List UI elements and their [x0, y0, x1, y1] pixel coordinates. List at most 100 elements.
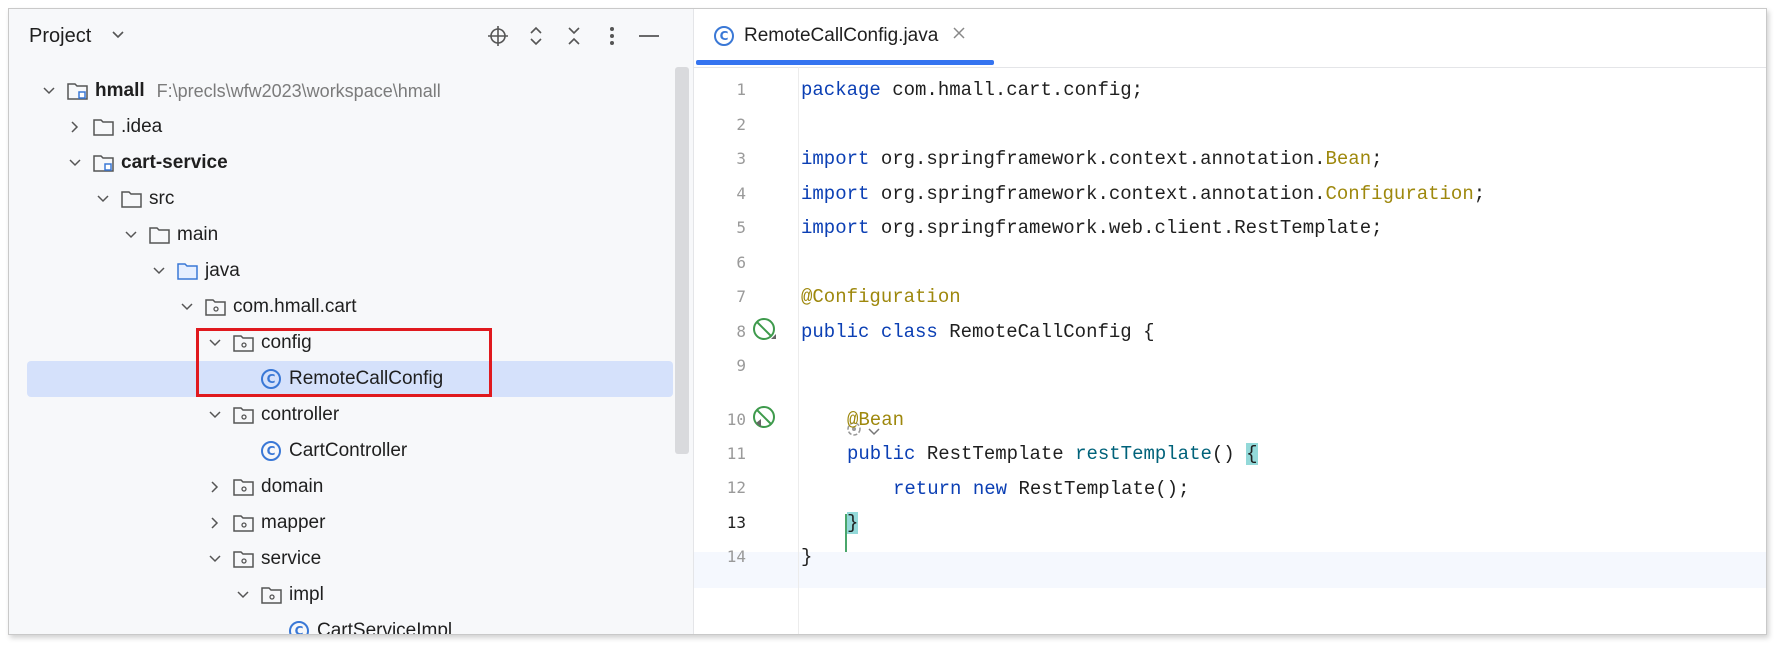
tree-item-idea[interactable]: .idea	[27, 109, 673, 145]
line-number: 1	[736, 80, 746, 99]
tree-item-java[interactable]: java	[27, 253, 673, 289]
tree-item-label: RemoteCallConfig	[289, 368, 444, 389]
package-icon	[233, 405, 255, 425]
more-options-icon[interactable]	[599, 23, 625, 49]
tree-item-main[interactable]: main	[27, 217, 673, 253]
tree-item-label: service	[261, 548, 322, 569]
tree-item-label: mapper	[261, 512, 326, 533]
tree-item-controller[interactable]: controller	[27, 397, 673, 433]
ide-window: Project hmall F:\precls\wfw2023\workspac…	[8, 8, 1767, 635]
spring-bean-gutter-icon[interactable]	[752, 317, 778, 343]
code-line-13: }	[847, 512, 859, 534]
project-title[interactable]: Project	[29, 25, 91, 48]
code-line-5: import org.springframework.web.client.Re…	[801, 217, 1383, 239]
line-number: 7	[736, 287, 746, 306]
spring-bean-gutter-icon[interactable]	[752, 405, 778, 431]
tab-remote-call-config[interactable]: C RemoteCallConfig.java	[694, 9, 994, 67]
tree-item-label: controller	[261, 404, 340, 425]
gutter-divider	[798, 67, 799, 634]
chevron-down-icon[interactable]	[205, 405, 225, 425]
project-header: Project	[9, 9, 693, 65]
chevron-down-icon[interactable]	[233, 585, 253, 605]
class-icon: C	[261, 441, 283, 461]
package-icon	[233, 333, 255, 353]
chevron-down-icon[interactable]	[205, 549, 225, 569]
line-number: 6	[736, 253, 746, 272]
class-icon: C	[714, 26, 734, 46]
editor-tabbar: C RemoteCallConfig.java	[694, 9, 1766, 68]
tree-item-config[interactable]: config	[27, 325, 673, 361]
tree-item-cart-controller[interactable]: C CartController	[27, 433, 673, 469]
folder-icon	[121, 189, 143, 209]
chevron-right-icon[interactable]	[65, 117, 85, 137]
tree-item-label: .idea	[121, 116, 163, 137]
chevron-down-icon[interactable]	[149, 261, 169, 281]
tree-item-com-hmall-cart[interactable]: com.hmall.cart	[27, 289, 673, 325]
collapse-all-icon[interactable]	[561, 23, 587, 49]
line-number: 10	[726, 410, 746, 429]
tab-label: RemoteCallConfig.java	[744, 25, 939, 46]
chevron-right-icon[interactable]	[205, 477, 225, 497]
locate-icon[interactable]	[485, 23, 511, 49]
tree-item-label: config	[261, 332, 312, 353]
chevron-right-icon[interactable]	[205, 513, 225, 533]
code-line-8: public class RemoteCallConfig {	[801, 321, 1155, 343]
minimize-icon[interactable]	[636, 23, 662, 49]
code-line-11: public RestTemplate restTemplate() {	[847, 443, 1258, 465]
module-folder-icon	[93, 153, 115, 173]
package-icon	[205, 297, 227, 317]
tree-item-src[interactable]: src	[27, 181, 673, 217]
tree-item-label: CartServiceImpl	[317, 620, 453, 634]
code-editor[interactable]: C RemoteCallConfig.java 1 2 3 4 5 6 7 8 …	[694, 9, 1766, 634]
code-line-12: return new RestTemplate();	[893, 478, 1190, 500]
line-number: 4	[736, 184, 746, 203]
chevron-down-icon[interactable]	[205, 333, 225, 353]
module-folder-icon	[67, 81, 89, 101]
package-icon	[233, 477, 255, 497]
tree-item-label: java	[205, 260, 240, 281]
expand-all-icon[interactable]	[523, 23, 549, 49]
chevron-down-icon[interactable]	[93, 189, 113, 209]
source-folder-icon	[177, 261, 199, 281]
chevron-down-icon[interactable]	[121, 225, 141, 245]
tree-item-label: cart-service	[121, 152, 228, 173]
folder-icon	[93, 117, 115, 137]
chevron-down-icon[interactable]	[177, 297, 197, 317]
chevron-down-icon[interactable]	[65, 153, 85, 173]
tree-item-label: hmall	[95, 80, 145, 101]
tree-item-label: domain	[261, 476, 324, 497]
tree-item-hmall[interactable]: hmall F:\precls\wfw2023\workspace\hmall	[27, 73, 673, 109]
tree-item-impl[interactable]: impl	[27, 577, 673, 613]
tree-item-label: src	[149, 188, 175, 209]
tree-item-cart-service[interactable]: cart-service	[27, 145, 673, 181]
line-number: 3	[736, 149, 746, 168]
line-number: 9	[736, 356, 746, 375]
chevron-down-icon[interactable]	[111, 27, 125, 43]
tree-scrollbar[interactable]	[675, 67, 689, 454]
tree-item-cart-service-impl[interactable]: C CartServiceImpl	[27, 613, 673, 634]
code-line-4: import org.springframework.context.annot…	[801, 183, 1486, 205]
code-line-7: @Configuration	[801, 286, 961, 308]
current-line-highlight	[694, 552, 1766, 588]
line-number: 14	[726, 547, 746, 566]
tree-item-mapper[interactable]: mapper	[27, 505, 673, 541]
tree-item-label: main	[177, 224, 219, 245]
close-icon[interactable]	[952, 23, 966, 46]
package-icon	[233, 549, 255, 569]
line-number: 2	[736, 115, 746, 134]
package-icon	[233, 513, 255, 533]
line-number: 11	[726, 444, 746, 463]
tree-item-label: CartController	[289, 440, 408, 461]
tree-item-domain[interactable]: domain	[27, 469, 673, 505]
tree-item-label: impl	[289, 584, 324, 605]
folder-icon	[149, 225, 171, 245]
tree-item-service[interactable]: service	[27, 541, 673, 577]
code-line-10: @Bean	[847, 409, 905, 431]
line-number: 5	[736, 218, 746, 237]
tree-item-label: com.hmall.cart	[233, 296, 357, 317]
class-icon: C	[261, 369, 283, 389]
tree-item-remote-call-config[interactable]: C RemoteCallConfig	[27, 361, 673, 397]
code-line-3: import org.springframework.context.annot…	[801, 148, 1383, 170]
chevron-down-icon[interactable]	[39, 81, 59, 101]
class-icon: C	[289, 621, 311, 634]
